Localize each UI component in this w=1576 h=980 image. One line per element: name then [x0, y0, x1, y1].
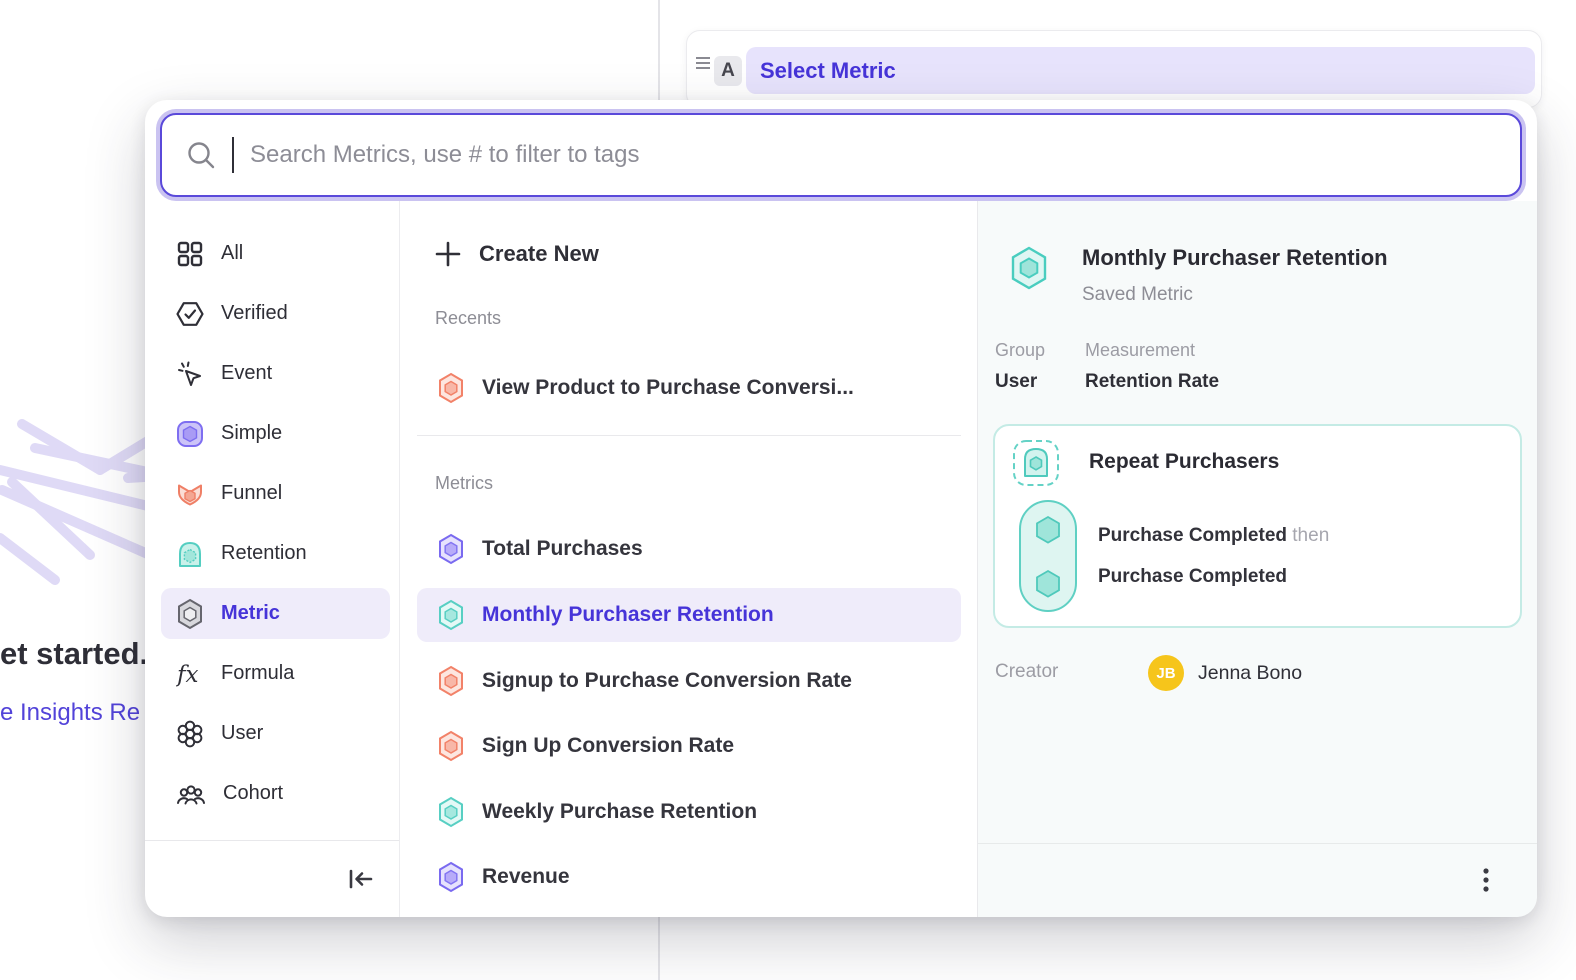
- kebab-menu-icon[interactable]: [1481, 866, 1491, 896]
- grid-icon: [176, 240, 204, 268]
- hamburger-icon[interactable]: [695, 55, 713, 71]
- sidebar-item-cohort[interactable]: Cohort: [161, 768, 390, 819]
- simple-metric-icon: [176, 420, 204, 448]
- retention-steps-icon: [1012, 439, 1060, 487]
- details-subtitle: Saved Metric: [1082, 284, 1193, 306]
- hexagon-icon-orange: [437, 665, 465, 697]
- hexagon-icon-teal: [1009, 245, 1049, 291]
- sidebar-item-event[interactable]: Event: [161, 348, 390, 399]
- sidebar-item-label: Simple: [221, 422, 282, 445]
- sidebar-item-label: Verified: [221, 302, 288, 325]
- step-hexagons: [1034, 515, 1062, 601]
- list-item-label: Weekly Purchase Retention: [482, 800, 757, 824]
- creator-avatar: JB: [1148, 655, 1184, 691]
- sidebar-item-verified[interactable]: Verified: [161, 288, 390, 339]
- step-1-event: Purchase Completed: [1098, 525, 1287, 546]
- list-item-label: View Product to Purchase Conversi...: [482, 376, 854, 400]
- select-metric-button[interactable]: Select Metric: [746, 47, 1535, 94]
- create-new-button[interactable]: Create New: [435, 231, 599, 277]
- measurement-label: Measurement: [1085, 340, 1195, 361]
- group-label: Group: [995, 340, 1045, 361]
- funnel-steps-capsule: [1019, 500, 1077, 612]
- screen: et started. e Insights Re A Select Metri…: [0, 0, 1576, 980]
- definition-step-1: Purchase Completed then: [1098, 525, 1329, 547]
- measurement-value: Retention Rate: [1085, 371, 1219, 393]
- recents-section-label: Recents: [435, 308, 501, 329]
- details-title: Monthly Purchaser Retention: [1082, 245, 1388, 271]
- definition-step-2: Purchase Completed: [1098, 566, 1287, 588]
- creator-name: Jenna Bono: [1198, 662, 1302, 685]
- search-placeholder: Search Metrics, use # to filter to tags: [250, 141, 640, 169]
- series-letter-badge[interactable]: A: [714, 56, 742, 86]
- hexagon-icon-teal: [437, 796, 465, 828]
- sidebar-item-simple[interactable]: Simple: [161, 408, 390, 459]
- sidebar-item-label: Retention: [221, 542, 307, 565]
- verified-badge-icon: [176, 299, 204, 329]
- sidebar-item-formula[interactable]: ƒx Formula: [161, 648, 390, 699]
- metric-details-panel: Monthly Purchaser Retention Saved Metric…: [978, 201, 1537, 917]
- sidebar-item-metric[interactable]: Metric: [161, 588, 390, 639]
- list-item-signup-to-purchase[interactable]: Signup to Purchase Conversion Rate: [417, 654, 961, 708]
- sidebar-item-label: User: [221, 722, 263, 745]
- details-footer: [978, 843, 1537, 917]
- list-item-total-purchases[interactable]: Total Purchases: [417, 522, 961, 576]
- creator-label: Creator: [995, 661, 1058, 683]
- metric-list-column: Create New Recents View Product to Purch…: [400, 201, 978, 917]
- sidebar-item-all[interactable]: All: [161, 228, 390, 279]
- funnel-icon: [176, 480, 204, 508]
- search-input[interactable]: Search Metrics, use # to filter to tags: [160, 113, 1522, 197]
- sidebar-item-label: Event: [221, 362, 272, 385]
- text-caret: [232, 137, 234, 173]
- formula-icon: ƒx: [176, 660, 204, 688]
- hexagon-icon-orange: [437, 730, 465, 762]
- list-item-label: Total Purchases: [482, 537, 643, 561]
- create-new-label: Create New: [479, 241, 599, 267]
- list-item-weekly-purchase-retention[interactable]: Weekly Purchase Retention: [417, 785, 961, 839]
- saved-metric-name: Repeat Purchasers: [1089, 450, 1279, 474]
- svg-text:ƒx: ƒx: [176, 662, 199, 688]
- sidebar-item-label: Formula: [221, 662, 294, 685]
- hexagon-icon-teal: [437, 599, 465, 631]
- search-icon: [186, 140, 216, 170]
- hexagon-icon-orange: [437, 372, 465, 404]
- plus-icon: [435, 241, 461, 267]
- background-report-link[interactable]: e Insights Re: [0, 699, 140, 727]
- list-item-revenue[interactable]: Revenue: [417, 850, 961, 904]
- list-item-label: Signup to Purchase Conversion Rate: [482, 669, 852, 693]
- metric-row-card: A Select Metric: [686, 30, 1542, 108]
- list-item-label: Monthly Purchaser Retention: [482, 603, 774, 627]
- then-connector: then: [1292, 525, 1329, 546]
- retention-icon: [176, 540, 204, 568]
- list-item-sign-up-conversion[interactable]: Sign Up Conversion Rate: [417, 719, 961, 773]
- list-item-label: Revenue: [482, 865, 570, 889]
- sidebar-item-label: Metric: [221, 602, 280, 625]
- list-item-monthly-purchaser-retention[interactable]: Monthly Purchaser Retention: [417, 588, 961, 642]
- sidebar-item-label: Funnel: [221, 482, 282, 505]
- sidebar-footer: [145, 840, 399, 917]
- list-divider: [417, 435, 961, 436]
- sidebar-item-funnel[interactable]: Funnel: [161, 468, 390, 519]
- metrics-section-label: Metrics: [435, 473, 493, 494]
- sidebar-item-user[interactable]: User: [161, 708, 390, 759]
- sidebar-item-label: All: [221, 242, 243, 265]
- hexagon-icon-purple: [437, 861, 465, 893]
- list-item-recent[interactable]: View Product to Purchase Conversi...: [417, 361, 961, 415]
- sidebar-item-label: Cohort: [223, 782, 283, 805]
- filter-sidebar: All Verified: [145, 201, 400, 917]
- group-value: User: [995, 371, 1037, 393]
- cursor-click-icon: [176, 360, 204, 388]
- hexagon-icon-purple: [437, 533, 465, 565]
- metric-hexagon-icon: [176, 598, 204, 630]
- metric-definition-card: Repeat Purchasers Purchase Completed the…: [993, 424, 1522, 628]
- collapse-left-icon[interactable]: [347, 865, 375, 893]
- list-item-label: Sign Up Conversion Rate: [482, 734, 734, 758]
- user-cluster-icon: [176, 720, 204, 748]
- cohort-icon: [176, 780, 206, 808]
- background-headline: et started.: [0, 636, 148, 672]
- metric-picker-modal: Search Metrics, use # to filter to tags …: [145, 100, 1537, 917]
- sidebar-item-retention[interactable]: Retention: [161, 528, 390, 579]
